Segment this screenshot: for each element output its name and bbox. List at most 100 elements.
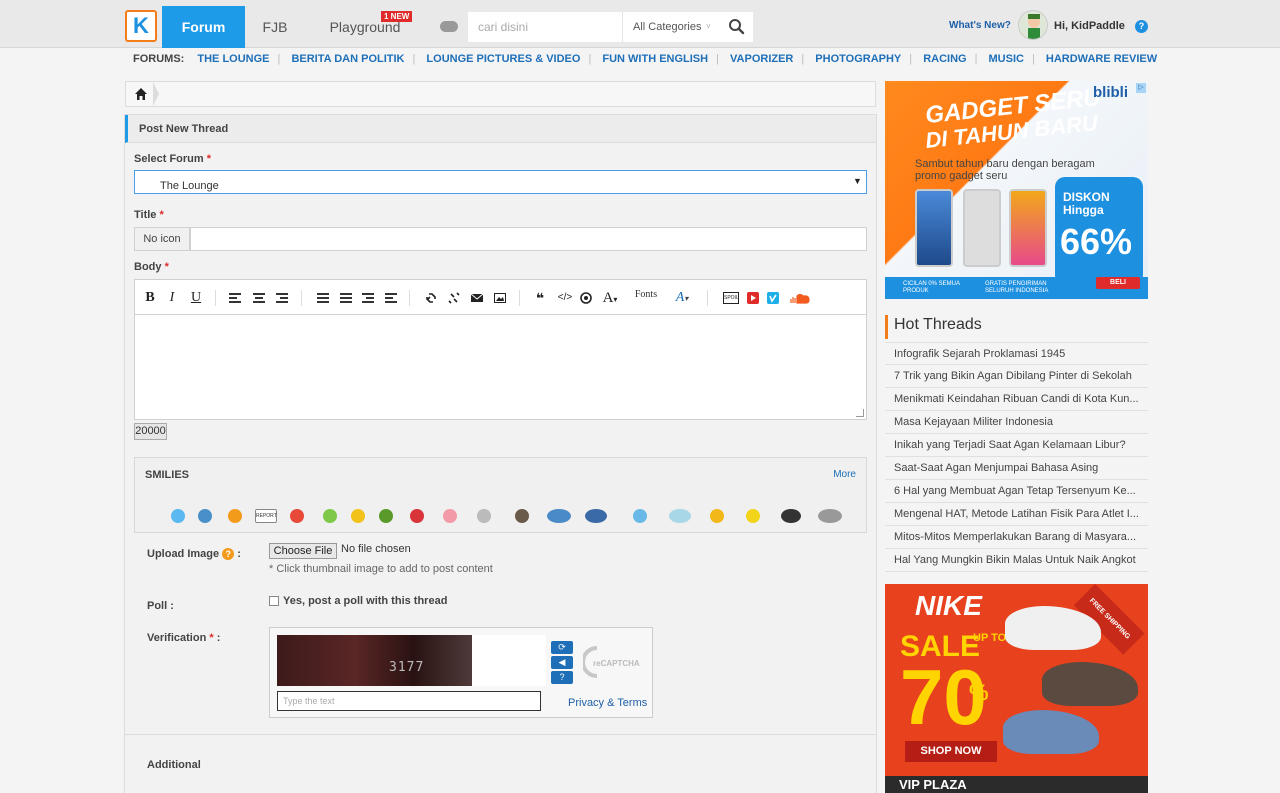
smiley-icon[interactable]: [515, 509, 529, 523]
poll-checkbox-label[interactable]: Yes, post a poll with this thread: [283, 595, 447, 607]
youtube-icon[interactable]: [747, 292, 759, 304]
resize-handle[interactable]: [856, 409, 864, 417]
smiley-icon[interactable]: [171, 509, 185, 523]
forum-link-photography[interactable]: PHOTOGRAPHY: [815, 53, 901, 65]
refresh-icon[interactable]: ⟳: [551, 641, 573, 654]
privacy-terms-link[interactable]: Privacy & Terms: [568, 697, 647, 709]
forum-link-vaporizer[interactable]: VAPORIZER: [730, 53, 793, 65]
choose-file-button[interactable]: Choose File: [269, 543, 337, 559]
nav-forum-tab[interactable]: Forum: [162, 6, 245, 48]
smiley-icon[interactable]: [290, 509, 304, 523]
hot-thread-item[interactable]: Masa Kejayaan Militer Indonesia: [885, 411, 1148, 434]
smiley-icon[interactable]: [710, 509, 724, 523]
help-icon[interactable]: ?: [1135, 20, 1148, 33]
nike-ad-banner[interactable]: FREE SHIPPING NIKE SALE UP TO 70 % SHOP …: [885, 584, 1148, 793]
spoil-icon[interactable]: SPOIL: [723, 292, 739, 304]
unlink-icon[interactable]: [448, 292, 460, 304]
spoiler-icon[interactable]: [580, 292, 592, 304]
image-icon[interactable]: [494, 292, 506, 304]
post-icon-select[interactable]: No icon: [134, 227, 190, 251]
smiley-icon[interactable]: [443, 509, 457, 523]
font-size-button[interactable]: A▾: [601, 280, 619, 316]
kaskus-logo[interactable]: K: [125, 10, 157, 42]
smiley-icon[interactable]: [379, 509, 393, 523]
smiley-icon[interactable]: [669, 509, 691, 523]
help-icon[interactable]: ?: [222, 548, 235, 561]
forum-select[interactable]: The Lounge: [134, 170, 867, 194]
forum-link-hardware-review[interactable]: HARDWARE REVIEW: [1046, 53, 1157, 65]
smiley-icon[interactable]: [198, 509, 212, 523]
italic-button[interactable]: I: [165, 280, 179, 316]
quote-button[interactable]: ❝: [533, 280, 547, 316]
blibli-ad-banner[interactable]: GADGET SERU DI TAHUN BARU blibli ▷ Sambu…: [885, 81, 1148, 299]
search-button[interactable]: [720, 12, 753, 42]
smiley-icon[interactable]: [585, 509, 607, 523]
report-smiley-icon[interactable]: REPORT: [255, 509, 277, 523]
email-icon[interactable]: [471, 292, 483, 304]
numbered-list-icon[interactable]: [340, 293, 352, 303]
poll-checkbox[interactable]: [269, 596, 279, 606]
forum-separator: |: [1031, 53, 1035, 65]
forum-link-music[interactable]: MUSIC: [989, 53, 1024, 65]
hot-thread-item[interactable]: 6 Hal yang Membuat Agan Tetap Tersenyum …: [885, 480, 1148, 503]
body-textarea[interactable]: [134, 315, 867, 420]
chat-icon[interactable]: [440, 21, 458, 32]
beli-button[interactable]: BELI: [1096, 277, 1140, 289]
bold-button[interactable]: B: [143, 280, 157, 316]
audio-icon[interactable]: ◀: [551, 656, 573, 669]
hot-thread-item[interactable]: Hal Yang Mungkin Bikin Malas Untuk Naik …: [885, 549, 1148, 572]
smiley-icon[interactable]: [781, 509, 801, 523]
link-icon[interactable]: [425, 292, 437, 304]
align-center-icon[interactable]: [253, 293, 265, 303]
underline-button[interactable]: U: [189, 280, 203, 316]
hot-thread-item[interactable]: Inikah yang Terjadi Saat Agan Kelamaan L…: [885, 434, 1148, 457]
smilies-more-link[interactable]: More: [833, 469, 856, 480]
vimeo-icon[interactable]: [767, 292, 779, 304]
blibli-logo: blibli: [1093, 84, 1128, 101]
shop-now-button[interactable]: SHOP NOW: [905, 741, 997, 762]
smiley-icon[interactable]: [633, 509, 647, 523]
forum-link-fun-with-english[interactable]: FUN WITH ENGLISH: [602, 53, 708, 65]
home-icon[interactable]: [134, 87, 148, 101]
help-icon[interactable]: ?: [551, 671, 573, 684]
nike-logo: NIKE: [915, 590, 982, 621]
nav-fjb-tab[interactable]: FJB: [253, 6, 297, 48]
hot-thread-item[interactable]: Mengenal HAT, Metode Latihan Fisik Para …: [885, 503, 1148, 526]
forum-link-the-lounge[interactable]: THE LOUNGE: [197, 53, 269, 65]
avatar[interactable]: [1018, 10, 1048, 40]
code-button[interactable]: </>: [555, 280, 575, 316]
outdent-icon[interactable]: [362, 293, 374, 303]
forum-separator: |: [909, 53, 913, 65]
title-input[interactable]: [190, 227, 867, 251]
search-input[interactable]: [468, 12, 622, 42]
forum-link-lounge-pictures-video[interactable]: LOUNGE PICTURES & VIDEO: [426, 53, 580, 65]
align-right-icon[interactable]: [276, 293, 288, 303]
user-greeting[interactable]: Hi, KidPaddle: [1054, 20, 1125, 32]
smiley-icon[interactable]: [228, 509, 242, 523]
fonts-dropdown[interactable]: Fonts: [633, 277, 659, 313]
captcha-input[interactable]: Type the text: [277, 691, 541, 711]
smiley-icon[interactable]: [746, 509, 760, 523]
hot-thread-item[interactable]: Saat-Saat Agan Menjumpai Bahasa Asing: [885, 457, 1148, 480]
bullet-list-icon[interactable]: [317, 293, 329, 303]
smiley-icon[interactable]: [818, 509, 842, 523]
font-color-button[interactable]: A▾: [671, 280, 693, 316]
forum-link-racing[interactable]: RACING: [923, 53, 966, 65]
soundcloud-icon[interactable]: [789, 292, 811, 304]
promo-cicilan: CICILAN 0% SEMUA PRODUK: [903, 281, 960, 294]
indent-icon[interactable]: [385, 293, 397, 303]
hot-thread-item[interactable]: Infografik Sejarah Proklamasi 1945: [885, 342, 1148, 365]
hot-thread-item[interactable]: Menikmati Keindahan Ribuan Candi di Kota…: [885, 388, 1148, 411]
forum-link-berita-dan-politik[interactable]: BERITA DAN POLITIK: [291, 53, 404, 65]
smiley-icon[interactable]: [477, 509, 491, 523]
smiley-icon[interactable]: [410, 509, 424, 523]
hot-thread-item[interactable]: 7 Trik yang Bikin Agan Dibilang Pinter d…: [885, 365, 1148, 388]
smiley-icon[interactable]: [351, 509, 365, 523]
hot-thread-item[interactable]: Mitos-Mitos Memperlakukan Barang di Masy…: [885, 526, 1148, 549]
smiley-icon[interactable]: [323, 509, 337, 523]
smiley-icon[interactable]: [547, 509, 571, 523]
chevron-down-icon: ˅: [706, 22, 711, 31]
whats-new-link[interactable]: What's New?: [949, 20, 1011, 31]
ad-choices-icon[interactable]: ▷: [1136, 83, 1146, 93]
align-left-icon[interactable]: [229, 293, 241, 303]
